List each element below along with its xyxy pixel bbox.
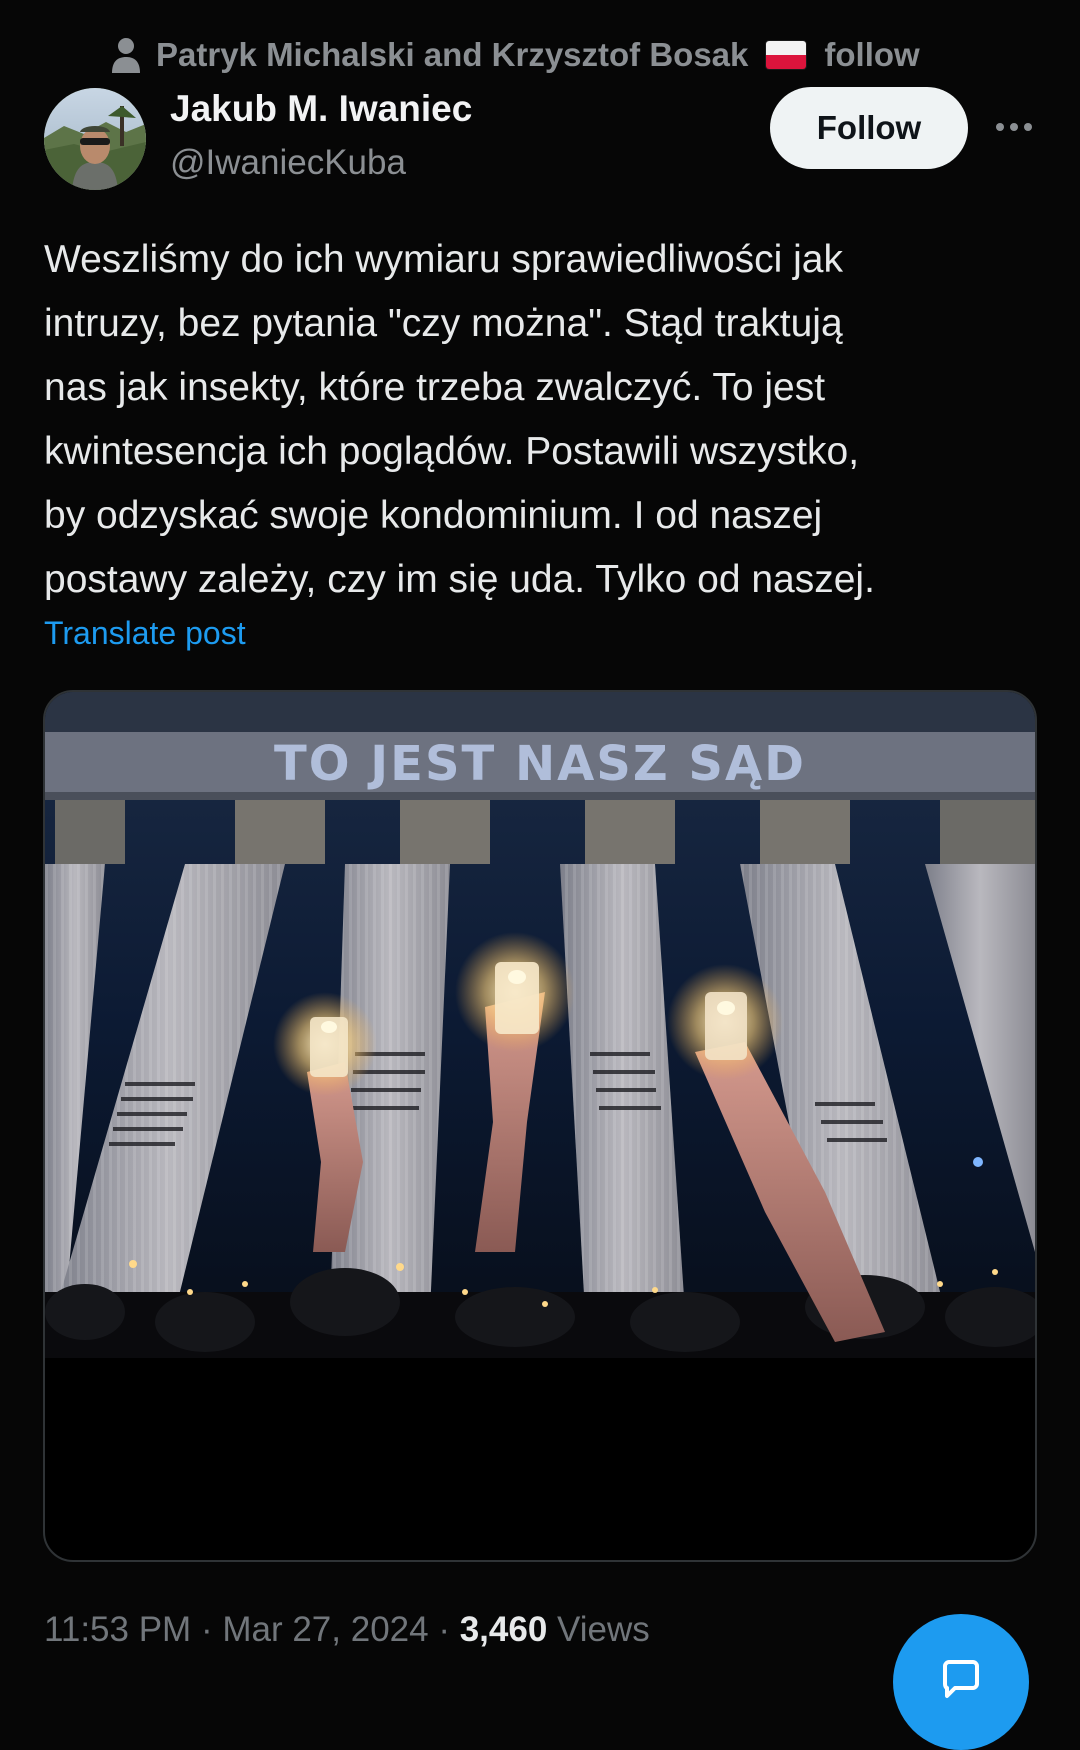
post-date[interactable]: Mar 27, 2024 [222, 1610, 428, 1649]
post-text-line: intruzy, bez pytania "czy można". Stąd t… [44, 302, 843, 345]
social-context-text: Patryk Michalski and Krzysztof Bosak [156, 36, 749, 73]
social-context-suffix: follow [824, 36, 920, 73]
media-card[interactable]: TO JEST NASZ SĄD [43, 690, 1037, 1562]
post-text: Weszliśmy do ich wymiaru sprawiedliwości… [44, 228, 1044, 612]
post-time[interactable]: 11:53 PM [44, 1610, 191, 1649]
post-text-line: kwintesencja ich poglądów. Postawili wsz… [44, 430, 860, 473]
post-text-line: postawy zależy, czy im się uda. Tylko od… [44, 558, 875, 601]
views-count: 3,460 [459, 1610, 548, 1649]
post-photo: TO JEST NASZ SĄD [45, 692, 1035, 1358]
banner-text: TO JEST NASZ SĄD [274, 736, 806, 792]
post-text-line: Weszliśmy do ich wymiaru sprawiedliwości… [44, 238, 843, 281]
person-icon [112, 38, 140, 73]
more-options-button[interactable] [994, 112, 1034, 142]
social-context: Patryk Michalski and Krzysztof Bosak fol… [110, 34, 920, 76]
meta-separator: · [200, 1610, 213, 1649]
meta-separator: · [438, 1610, 450, 1649]
more-horizontal-icon [996, 123, 1032, 131]
post-text-line: by odzyskać swoje kondominium. I od nasz… [44, 494, 823, 537]
avatar[interactable] [44, 88, 146, 190]
display-name[interactable]: Jakub M. Iwaniec [170, 88, 472, 130]
user-handle[interactable]: @IwaniecKuba [170, 143, 406, 183]
poland-flag-icon [766, 41, 807, 69]
post-meta: 11:53 PM · Mar 27, 2024 · 3,460 Views [44, 1610, 650, 1650]
translate-post-link[interactable]: Translate post [44, 615, 246, 652]
views-label: Views [557, 1610, 650, 1649]
compose-button[interactable] [893, 1614, 1029, 1750]
avatar-image [44, 88, 146, 190]
compose-icon [943, 1660, 979, 1698]
follow-button[interactable]: Follow [770, 87, 968, 169]
post-text-line: nas jak insekty, które trzeba zwalczyć. … [44, 366, 826, 409]
